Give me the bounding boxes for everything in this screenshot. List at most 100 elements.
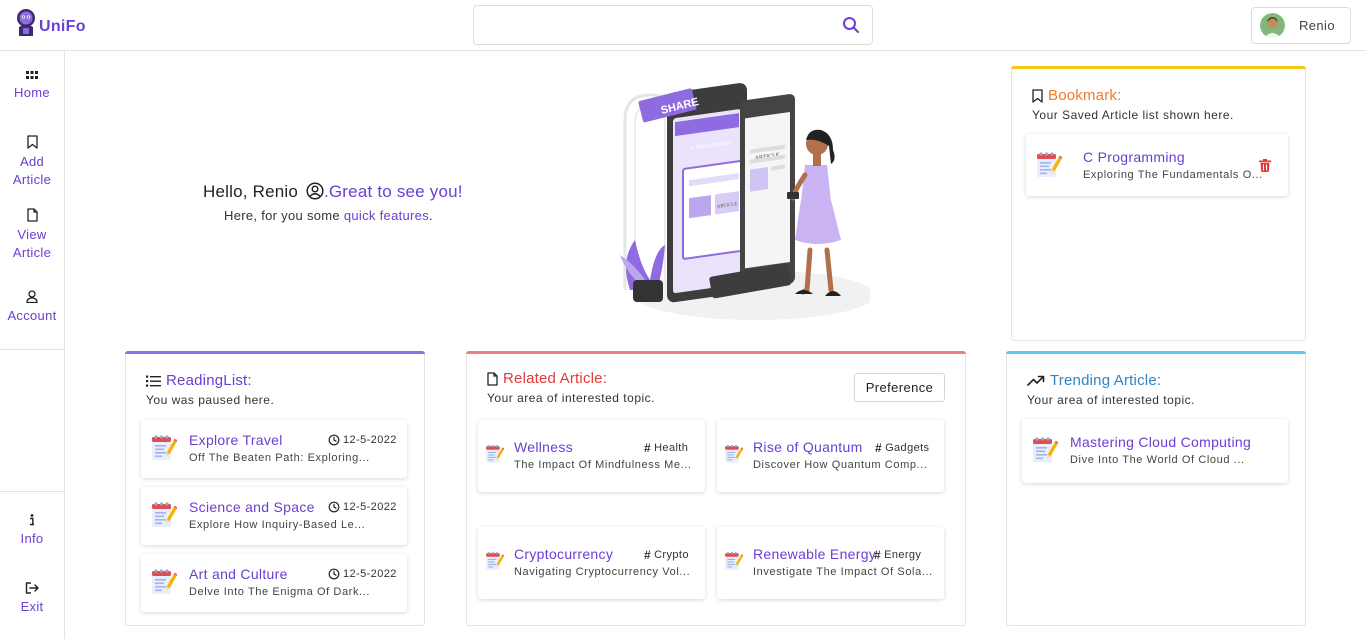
sidebar-item-home[interactable]: Home <box>0 71 64 102</box>
hash-icon: # <box>644 548 652 562</box>
sidebar-item-account[interactable]: Account <box>0 290 64 325</box>
reading-list-subtitle: You was paused here. <box>146 393 275 407</box>
greeting-sub-prefix: Here, for you some <box>224 208 340 223</box>
related-item-title[interactable]: Renewable Energy <box>753 546 876 562</box>
related-item-tag: # Crypto <box>644 548 689 562</box>
related-item-tag-text: Gadgets <box>885 442 930 454</box>
article-thumbnail-icon <box>149 434 177 462</box>
reading-list-item[interactable]: Science and Space 12-5-2022 Explore How … <box>141 487 407 545</box>
reading-item-date-text: 12-5-2022 <box>343 501 397 513</box>
trending-item-title[interactable]: Mastering Cloud Computing <box>1070 434 1251 450</box>
reading-item-title[interactable]: Art and Culture <box>189 566 288 582</box>
greeting-accent: .Great to see you! <box>323 182 463 201</box>
related-title: Related Article: <box>487 370 607 387</box>
user-name: Renio <box>1299 18 1335 33</box>
bookmark-subtitle: Your Saved Article list shown here. <box>1032 108 1234 122</box>
related-item-tag-text: Health <box>654 442 689 454</box>
reading-list-title-text: ReadingList: <box>166 372 252 389</box>
sidebar-item-label: Home <box>14 85 50 100</box>
bookmark-icon <box>26 135 38 149</box>
sidebar-item-label: Account <box>7 308 57 323</box>
sidebar-item-label: Info <box>20 531 44 546</box>
hash-icon: # <box>644 441 652 455</box>
trending-article-card: Trending Article: Your area of intereste… <box>1006 351 1306 626</box>
trending-subtitle: Your area of interested topic. <box>1027 393 1195 407</box>
user-menu-button[interactable]: Renio <box>1251 7 1351 44</box>
related-item-desc: Navigating Cryptocurrency Vol... <box>514 566 691 578</box>
reading-item-desc: Delve Into The Enigma Of Dark... <box>189 586 371 598</box>
trending-article-item[interactable]: Mastering Cloud Computing Dive Into The … <box>1022 419 1288 483</box>
reading-item-desc: Off The Beaten Path: Exploring... <box>189 452 370 464</box>
greeting-sub-suffix: . <box>429 208 433 223</box>
hero-illustration: + More Articles ARTICLE ARTICLE SHARE <box>620 83 870 320</box>
clock-icon <box>328 568 340 580</box>
article-thumbnail-icon <box>723 444 743 464</box>
reading-item-title[interactable]: Explore Travel <box>189 432 283 448</box>
card-accent-bar <box>466 351 966 354</box>
article-thumbnail-icon <box>484 444 504 464</box>
sidebar-item-label: Add Article <box>12 154 52 187</box>
related-item-tag-text: Crypto <box>654 549 689 561</box>
app-logo[interactable]: UniFo <box>14 8 86 38</box>
info-icon <box>30 514 34 526</box>
hash-icon: # <box>874 548 882 562</box>
reading-list-title: ReadingList: <box>146 372 252 389</box>
sidebar-item-view-article[interactable]: View Article <box>0 208 64 262</box>
search-input[interactable] <box>474 6 824 44</box>
related-item-tag: # Gadgets <box>875 441 929 455</box>
article-thumbnail-icon <box>1030 436 1058 464</box>
bookmark-item-title[interactable]: C Programming <box>1083 149 1185 165</box>
article-thumbnail-icon <box>484 551 504 571</box>
bookmark-item-desc: Exploring The Fundamentals O... <box>1083 169 1263 181</box>
app-name: UniFo <box>39 18 86 35</box>
trash-icon[interactable] <box>1259 159 1271 172</box>
exit-icon <box>25 582 39 594</box>
greeting-hello: Hello, Renio <box>203 182 299 201</box>
logo-icon <box>17 9 35 36</box>
reading-list-card: ReadingList: You was paused here. Explor… <box>125 351 425 626</box>
reading-item-title[interactable]: Science and Space <box>189 499 315 515</box>
sidebar-item-exit[interactable]: Exit <box>0 582 64 616</box>
sidebar-item-add-article[interactable]: Add Article <box>0 135 64 189</box>
card-accent-bar <box>1006 351 1306 354</box>
reading-item-date-text: 12-5-2022 <box>343 434 397 446</box>
related-article-item[interactable]: Cryptocurrency # Crypto Navigating Crypto… <box>478 527 705 599</box>
sidebar-divider <box>0 491 64 492</box>
related-article-item[interactable]: Renewable Energy # Energy Investigate The… <box>717 527 944 599</box>
file-icon <box>487 371 498 386</box>
sidebar-divider <box>0 349 64 350</box>
article-thumbnail-icon <box>149 501 177 529</box>
reading-item-date: 12-5-2022 <box>328 568 397 580</box>
bookmark-item[interactable]: C Programming Exploring The Fundamentals… <box>1026 134 1288 196</box>
trending-title-text: Trending Article: <box>1050 372 1162 389</box>
card-accent-bar <box>125 351 425 354</box>
reading-list-item[interactable]: Explore Travel 12-5-2022 Off The Beaten … <box>141 420 407 478</box>
user-circle-icon <box>306 182 324 200</box>
user-icon <box>26 290 38 303</box>
sidebar: Home Add Article View Article Account In… <box>0 51 65 639</box>
article-thumbnail-icon <box>723 551 743 571</box>
related-item-title[interactable]: Wellness <box>514 439 573 455</box>
search-icon[interactable] <box>842 16 860 34</box>
related-item-title[interactable]: Rise of Quantum <box>753 439 863 455</box>
bookmark-icon <box>1032 88 1043 103</box>
reading-item-desc: Explore How Inquiry-Based Le... <box>189 519 366 531</box>
bookmark-title-text: Bookmark: <box>1048 87 1122 104</box>
related-item-tag-text: Energy <box>884 549 922 561</box>
reading-list-item[interactable]: Art and Culture 12-5-2022 Delve Into The… <box>141 554 407 612</box>
greeting-sub-accent: quick features <box>343 208 430 223</box>
reading-item-date: 12-5-2022 <box>328 434 397 446</box>
related-item-desc: Discover How Quantum Comp... <box>753 459 928 471</box>
top-bar: UniFo Renio <box>0 0 1366 51</box>
bookmark-card: Bookmark: Your Saved Article list shown … <box>1011 66 1306 341</box>
avatar <box>1260 13 1285 38</box>
related-item-title[interactable]: Cryptocurrency <box>514 546 613 562</box>
search-bar[interactable] <box>473 5 873 45</box>
related-article-item[interactable]: Rise of Quantum # Gadgets Discover How Qu… <box>717 420 944 492</box>
related-title-text: Related Article: <box>503 370 608 387</box>
sidebar-item-info[interactable]: Info <box>0 514 64 548</box>
related-article-item[interactable]: Wellness # Health The Impact Of Mindfulne… <box>478 420 705 492</box>
related-item-tag: # Health <box>644 441 688 455</box>
clock-icon <box>328 434 340 446</box>
preference-button[interactable]: Preference <box>854 373 945 402</box>
